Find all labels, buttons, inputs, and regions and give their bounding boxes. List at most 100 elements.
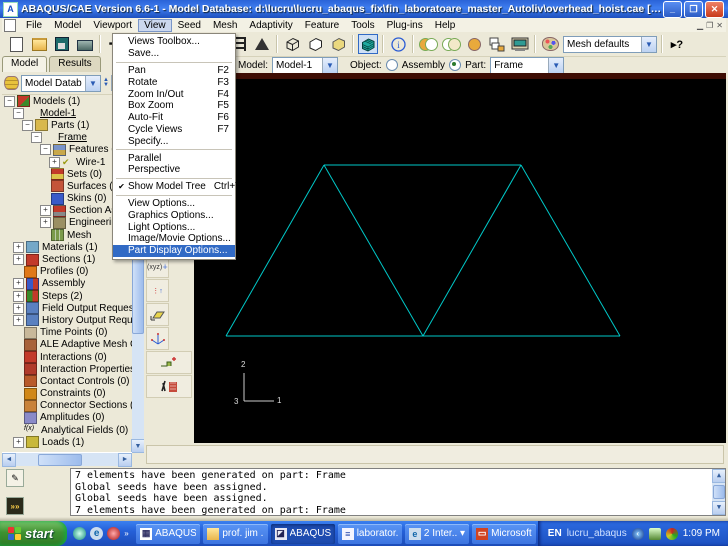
mesh-display-button[interactable] [358,34,378,54]
wireframe-render-button[interactable] [282,34,302,54]
menu-tools[interactable]: Tools [345,19,380,32]
display-group-boolean-button[interactable] [441,34,461,54]
open-file-button[interactable] [29,34,49,54]
context-help-button[interactable]: ▸? [667,34,687,54]
view-menu-item-image-movie-options[interactable]: Image/Movie Options... [113,233,235,245]
message-scrollbar[interactable]: ▲ ▼ [712,469,725,515]
view-menu-item-cycle-views[interactable]: Cycle ViewsF7 [113,124,235,136]
messenger-tray-icon[interactable]: ‹ [632,528,644,540]
tree-item-profiles-0[interactable]: Profiles (0) [2,266,144,278]
minimize-button[interactable]: _ [663,1,682,18]
tree-spinner[interactable]: ▲▼ [103,78,109,88]
display-group-create-button[interactable] [418,34,438,54]
tree-item-field-output-requests[interactable]: +Field Output Requests [2,302,144,314]
menu-adaptivity[interactable]: Adaptivity [243,19,298,32]
save-button[interactable] [52,34,72,54]
menu-plugins[interactable]: Plug-ins [381,19,429,32]
internet-explorer-icon[interactable]: e [90,527,103,540]
quick-launch-icon-1[interactable] [73,527,86,540]
menu-feature[interactable]: Feature [299,19,345,32]
tree-item-amplitudes-0[interactable]: Amplitudes (0) [2,412,144,424]
expand-icon[interactable]: + [13,278,24,289]
expand-icon[interactable]: + [13,291,24,302]
expand-icon[interactable]: + [40,217,51,228]
task-microsoft[interactable]: ▭Microsoft... [472,524,536,544]
tree-item-steps-2[interactable]: +Steps (2) [2,290,144,302]
datum-csys-button[interactable] [146,327,169,350]
view-menu-item-parallel[interactable]: Parallel [113,152,235,164]
assembly-radio[interactable] [386,59,398,71]
expand-icon[interactable]: + [40,205,51,216]
expand-icon[interactable]: + [13,303,24,314]
message-log-button[interactable]: ✎ [6,469,24,487]
view-menu-item-box-zoom[interactable]: Box ZoomF5 [113,100,235,112]
datum-axis-button[interactable]: ⋮↑ [146,279,169,302]
collapse-icon[interactable]: − [13,108,24,119]
tree-item-assembly[interactable]: +Assembly [2,278,144,290]
tree-item-time-points-0[interactable]: Time Points (0) [2,327,144,339]
shaded-render-button[interactable] [328,34,348,54]
tree-item-interaction-properties[interactable]: Interaction Properties [2,363,144,375]
color-mapping-combo[interactable]: Mesh defaults ▼ [563,36,657,53]
tab-results[interactable]: Results [49,56,100,72]
verify-mesh-button[interactable] [146,375,192,398]
model-combo[interactable]: Model-1 ▼ [272,57,338,74]
tree-item-contact-controls-0[interactable]: Contact Controls (0) [2,375,144,387]
task-2-inter[interactable]: e2 Inter...▾ [405,524,469,544]
view-menu-item-show-model-tree[interactable]: ✔Show Model TreeCtrl+T [113,181,235,193]
expand-icon[interactable]: + [49,157,60,168]
tray-icon-swirl[interactable] [666,528,678,540]
close-button[interactable]: ✕ [705,1,724,18]
menu-seed[interactable]: Seed [172,19,207,32]
tree-item-interactions-0[interactable]: Interactions (0) [2,351,144,363]
start-button[interactable]: start [0,521,67,546]
view-menu-item-zoom-in-out[interactable]: Zoom In/OutF4 [113,88,235,100]
task-laborator[interactable]: ≡laborator... [338,524,402,544]
collapse-icon[interactable]: − [4,96,15,107]
message-log[interactable]: 7 elements have been generated on part: … [70,468,726,516]
scroll-up-icon[interactable]: ▲ [712,469,726,483]
view-menu-item-save[interactable]: Save... [113,48,235,60]
scroll-down-icon[interactable]: ▼ [131,439,145,453]
view-menu-item-views-toolbox[interactable]: Views Toolbox... [113,36,235,48]
print-button[interactable] [75,34,95,54]
tree-item-history-output-reques[interactable]: +History Output Reques [2,314,144,326]
view-menu-item-part-display-options[interactable]: Part Display Options... [113,245,235,257]
tray-icon-square[interactable] [649,528,661,540]
new-file-button[interactable] [6,34,26,54]
scroll-right-icon[interactable]: ► [118,453,132,467]
menu-view[interactable]: View [138,19,172,32]
viewport-canvas[interactable]: 2 1 3 [194,79,726,443]
menu-model[interactable]: Model [48,19,87,32]
display-group-all-button[interactable] [464,34,484,54]
menu-viewport[interactable]: Viewport [87,19,138,32]
task-dropdown-icon[interactable]: ▾ [460,528,465,539]
language-indicator[interactable]: EN [548,528,562,539]
expand-icon[interactable]: + [13,254,24,265]
menu-file[interactable]: File [20,19,48,32]
view-menu-item-pan[interactable]: PanF2 [113,65,235,77]
part-combo[interactable]: Frame ▼ [490,57,564,74]
view-menu-item-rotate[interactable]: RotateF3 [113,76,235,88]
hidden-line-render-button[interactable] [305,34,325,54]
mdi-window-buttons[interactable]: ▁❐✕ [697,21,726,30]
partition-button[interactable] [146,351,192,374]
quick-launch-overflow[interactable]: » [124,529,128,538]
expand-icon[interactable]: + [13,242,24,253]
task-abaqus[interactable]: ▦ABAQUS ... [136,524,200,544]
view-menu-item-perspective[interactable]: Perspective [113,164,235,176]
menu-mesh[interactable]: Mesh [207,19,243,32]
collapse-icon[interactable]: − [40,144,51,155]
scroll-down-icon[interactable]: ▼ [712,501,726,515]
tree-item-analytical-fields-0[interactable]: f(x)Analytical Fields (0) [2,424,144,436]
tab-model[interactable]: Model [2,56,47,72]
query-info-button[interactable]: i [388,34,408,54]
tree-horizontal-scrollbar[interactable]: ◄ ► [2,452,132,466]
tree-scope-combo[interactable]: Model Datab ▼ [21,75,101,92]
menu-help[interactable]: Help [429,19,462,32]
scroll-left-icon[interactable]: ◄ [2,453,16,467]
view-menu-item-light-options[interactable]: Light Options... [113,221,235,233]
task-prof-jim[interactable]: prof. jim ... [203,524,267,544]
restore-button[interactable]: ❐ [684,1,703,18]
tree-item-constraints-0[interactable]: Constraints (0) [2,388,144,400]
